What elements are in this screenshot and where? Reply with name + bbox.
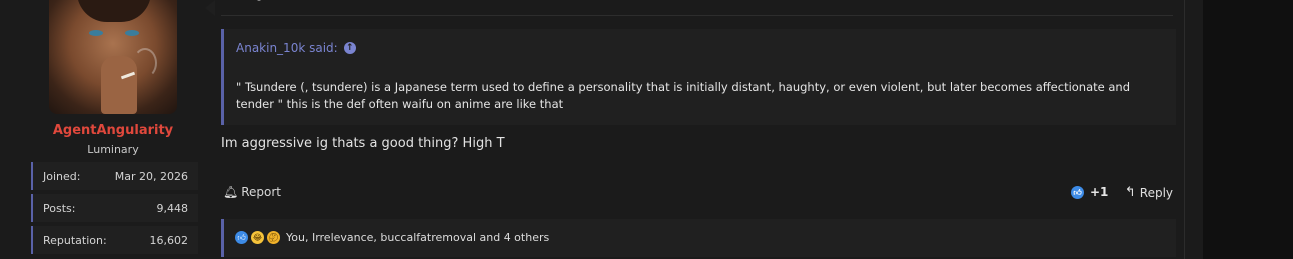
- stat-reputation: Reputation: 16,602: [31, 226, 198, 254]
- report-label: Report: [241, 185, 282, 199]
- action-bar: 🔔︎ Report 👍︎ +1 ↰ Reply: [221, 184, 1173, 204]
- avatar[interactable]: [49, 0, 177, 114]
- report-button[interactable]: 🔔︎ Report: [223, 185, 281, 199]
- quote-header[interactable]: Anakin_10k said: ↑: [236, 41, 356, 55]
- reaction-score[interactable]: 👍︎ +1: [1071, 185, 1108, 199]
- reply-icon: ↰: [1124, 185, 1136, 200]
- reactions-summary[interactable]: You, Irrelevance, buccalfatremoval and 4…: [286, 231, 549, 244]
- bell-icon: 🔔︎: [223, 185, 239, 199]
- frame-border: [1184, 0, 1185, 259]
- stat-label: Joined:: [43, 170, 81, 183]
- reaction-score-value: +1: [1090, 185, 1109, 199]
- arrow-up-icon[interactable]: ↑: [343, 42, 356, 54]
- stat-label: Posts:: [43, 202, 76, 215]
- page-gutter: [1203, 0, 1293, 259]
- quote-body: " Tsundere (, tsundere) is a Japanese te…: [236, 79, 1166, 113]
- reactions-list[interactable]: 👍︎ 😂︎ 🤔︎ You, Irrelevance, buccalfatremo…: [235, 231, 549, 244]
- username-link[interactable]: AgentAngularity: [0, 123, 226, 138]
- quote-line: tender " this is the def often waifu on …: [236, 97, 564, 111]
- like-icon: 👍︎: [1071, 185, 1084, 199]
- message-arrow: [205, 0, 215, 16]
- reply-button[interactable]: ↰ Reply: [1125, 185, 1173, 200]
- like-icon: 👍︎: [235, 231, 248, 244]
- user-title: Luminary: [87, 143, 139, 156]
- laugh-icon: 😂︎: [251, 231, 264, 244]
- quote-author[interactable]: Anakin_10k said:: [236, 41, 338, 55]
- stat-posts: Posts: 9,448: [31, 194, 198, 222]
- divider: [221, 15, 1173, 16]
- quote-block: Anakin_10k said: ↑ " Tsundere (, tsunder…: [221, 29, 1176, 125]
- message-text: Im aggressive ig thats a good thing? Hig…: [221, 136, 505, 151]
- stat-value: 9,448: [156, 202, 189, 215]
- quote-line: " Tsundere (, tsundere) is a Japanese te…: [236, 80, 1131, 94]
- reply-label: Reply: [1139, 185, 1173, 200]
- stat-joined: Joined: Mar 20, 2026: [31, 162, 198, 190]
- stat-value: Mar 20, 2026: [114, 170, 188, 183]
- reactions-bar[interactable]: 👍︎ 😂︎ 🤔︎ You, Irrelevance, buccalfatremo…: [221, 219, 1176, 257]
- stat-label: Reputation:: [43, 234, 107, 247]
- thinking-icon: 🤔︎: [267, 231, 280, 244]
- stat-value: 16,602: [149, 234, 189, 247]
